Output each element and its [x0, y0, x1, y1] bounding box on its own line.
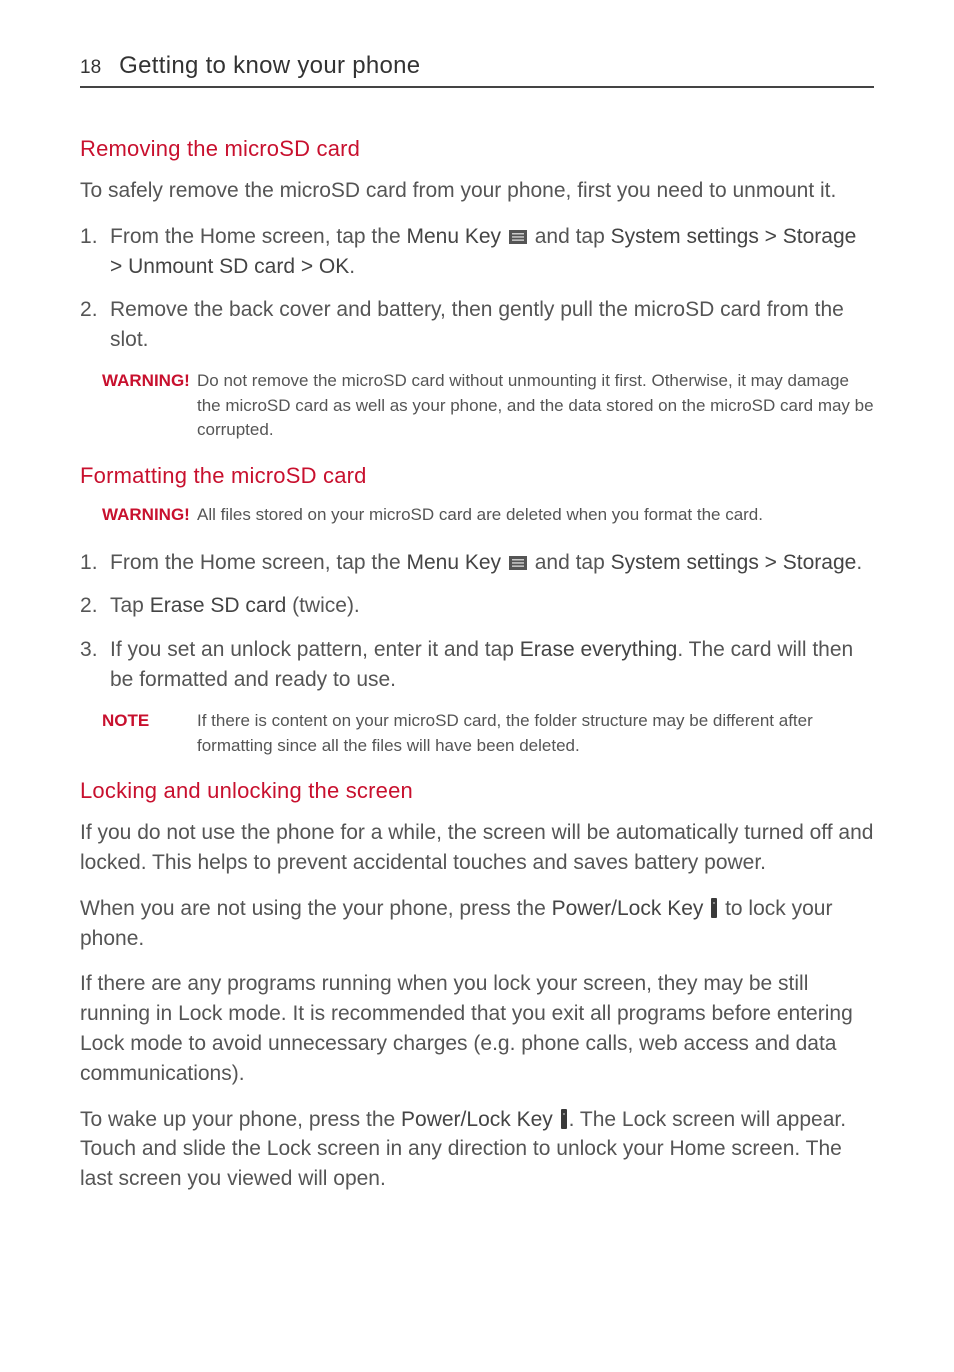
- warning-text: Do not remove the microSD card without u…: [197, 369, 874, 443]
- menu-key-icon: [509, 230, 527, 244]
- section-heading-locking: Locking and unlocking the screen: [80, 778, 874, 804]
- note-text: If there is content on your microSD card…: [197, 709, 874, 758]
- menu-key-icon: [509, 556, 527, 570]
- power-lock-key-icon: [711, 898, 717, 918]
- section3-p4: To wake up your phone, press the Power/L…: [80, 1105, 874, 1194]
- section1-steps: From the Home screen, tap the Menu Key a…: [80, 222, 874, 355]
- section2-step2: Tap Erase SD card (twice).: [80, 591, 874, 621]
- section3-p1: If you do not use the phone for a while,…: [80, 818, 874, 878]
- page-number: 18: [80, 57, 101, 79]
- section3-p3: If there are any programs running when y…: [80, 969, 874, 1088]
- section2-step3: If you set an unlock pattern, enter it a…: [80, 635, 874, 695]
- section2-note: NOTE If there is content on your microSD…: [102, 709, 874, 758]
- note-label: NOTE: [102, 709, 197, 758]
- section1-warning: WARNING! Do not remove the microSD card …: [102, 369, 874, 443]
- section-heading-removing: Removing the microSD card: [80, 136, 874, 162]
- section1-step2: Remove the back cover and battery, then …: [80, 295, 874, 355]
- header-title: Getting to know your phone: [119, 52, 420, 80]
- warning-label: WARNING!: [102, 369, 197, 443]
- section1-intro: To safely remove the microSD card from y…: [80, 176, 874, 206]
- section2-warning: WARNING! All files stored on your microS…: [102, 503, 874, 528]
- warning-label: WARNING!: [102, 503, 197, 528]
- warning-text: All files stored on your microSD card ar…: [197, 503, 763, 528]
- section-heading-formatting: Formatting the microSD card: [80, 463, 874, 489]
- power-lock-key-icon: [561, 1109, 567, 1129]
- page-header: 18 Getting to know your phone: [80, 52, 874, 88]
- section1-step1: From the Home screen, tap the Menu Key a…: [80, 222, 874, 282]
- section2-step1: From the Home screen, tap the Menu Key a…: [80, 548, 874, 578]
- section3-p2: When you are not using the your phone, p…: [80, 894, 874, 954]
- section2-steps: From the Home screen, tap the Menu Key a…: [80, 548, 874, 695]
